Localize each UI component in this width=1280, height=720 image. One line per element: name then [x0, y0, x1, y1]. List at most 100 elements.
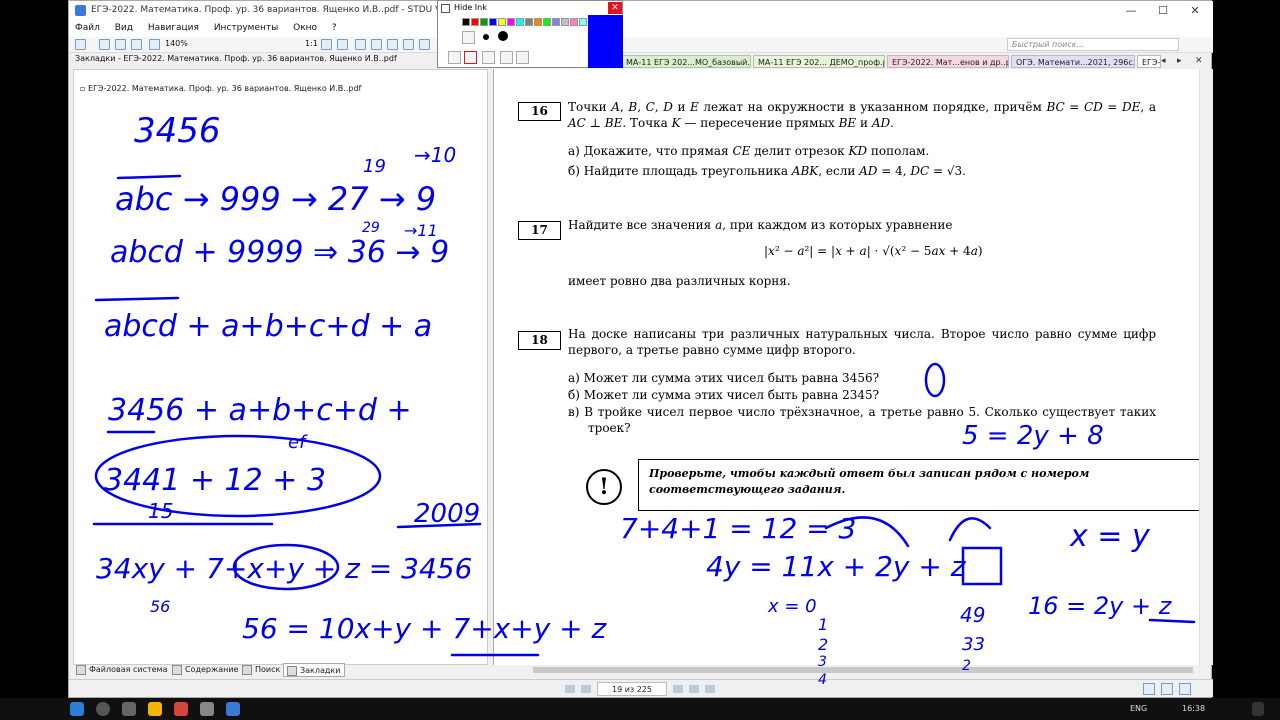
color-swatch[interactable] [579, 18, 587, 26]
pen-size-medium-icon[interactable] [480, 31, 493, 44]
menu-file[interactable]: Файл [69, 21, 106, 33]
start-icon[interactable] [70, 702, 84, 716]
pen-size-small-icon[interactable] [462, 31, 475, 44]
color-swatch[interactable] [471, 18, 479, 26]
sidebar-tabs: Файловая система Содержание Поиск Заклад… [73, 663, 493, 677]
search-icon[interactable] [96, 702, 110, 716]
color-swatch[interactable] [489, 18, 497, 26]
two-page-view-icon[interactable] [1179, 683, 1191, 695]
snapshot-tool-icon[interactable] [403, 39, 414, 50]
tab-contents[interactable]: Содержание [169, 663, 242, 677]
text-tool-icon[interactable] [387, 39, 398, 50]
tab-scroll-right-icon[interactable]: ▸ [1177, 56, 1182, 66]
close-ink-palette-button[interactable]: ✕ [608, 2, 622, 14]
stdu-viewer-window: ЕГЭ-2022. Математика. Проф. ур. 36 вариа… [68, 0, 1213, 698]
clock[interactable]: 16:38 [1182, 704, 1205, 713]
tab-label: Поиск [255, 665, 281, 674]
history-forward-icon[interactable] [705, 685, 715, 693]
problem-18-text: На доске написаны три различных натураль… [568, 327, 1156, 357]
tab-oge[interactable]: ОГЭ. Математи...2021, 296с.pdf [1011, 55, 1135, 68]
color-swatch[interactable] [570, 18, 578, 26]
task-view-icon[interactable] [122, 702, 136, 716]
color-swatch[interactable] [552, 18, 560, 26]
maximize-button[interactable]: ☐ [1149, 3, 1177, 19]
tab-scroll-left-icon[interactable]: ◂ [1161, 56, 1166, 66]
copy-icon[interactable] [131, 39, 142, 50]
tab-file-system[interactable]: Файловая система [73, 663, 171, 677]
zoom-level[interactable]: 140% [165, 39, 188, 48]
open-folder-icon[interactable] [75, 39, 86, 50]
contents-icon [172, 665, 182, 675]
menu-window[interactable]: Окно [287, 21, 323, 33]
next-page-icon[interactable] [673, 685, 683, 693]
prev-page-icon[interactable] [581, 685, 591, 693]
pen-tool-icon[interactable] [464, 51, 477, 64]
scroll-thumb[interactable] [533, 667, 1193, 673]
browser-icon[interactable] [174, 702, 188, 716]
close-tab-icon[interactable]: ✕ [1195, 56, 1203, 66]
highlighter-icon[interactable] [500, 51, 513, 64]
tab-prof-demo[interactable]: МА-11 ЕГЭ 202... ДЕМО_проф.pdf [753, 55, 885, 68]
clear-ink-icon[interactable] [516, 51, 529, 64]
hide-ink-checkbox[interactable] [441, 4, 450, 13]
eraser-icon[interactable] [482, 51, 495, 64]
problem-number: 17 [518, 221, 561, 240]
tab-ege-2022[interactable]: ЕГЭ-2022. Мат...енов и др..pdf [887, 55, 1009, 68]
fit-width-icon[interactable] [321, 39, 332, 50]
minimize-button[interactable]: — [1117, 3, 1145, 19]
problem-17-text: Найдите все значения a, при каждом из ко… [568, 218, 953, 232]
actual-size-button[interactable]: 1:1 [305, 39, 318, 48]
app-icon[interactable] [200, 702, 214, 716]
color-swatch[interactable] [543, 18, 551, 26]
problem-number: 18 [518, 331, 561, 350]
ink-tool-icon[interactable] [419, 39, 430, 50]
menu-help[interactable]: ? [326, 21, 343, 33]
stdu-viewer-taskbar-icon[interactable] [226, 702, 240, 716]
print-icon[interactable] [115, 39, 126, 50]
color-swatch[interactable] [516, 18, 524, 26]
problem-18-part-b: б) Может ли сумма этих чисел быть равна … [568, 388, 880, 402]
color-swatch[interactable] [525, 18, 533, 26]
color-swatch[interactable] [498, 18, 506, 26]
color-swatch[interactable] [561, 18, 569, 26]
pencil-tool-icon[interactable] [448, 51, 461, 64]
taskbar: ENG 16:38 [0, 698, 1280, 720]
notifications-icon[interactable] [1252, 702, 1264, 716]
select-tool-icon[interactable] [371, 39, 382, 50]
color-swatch[interactable] [462, 18, 470, 26]
close-window-button[interactable]: ✕ [1181, 3, 1209, 19]
bookmark-tree-item[interactable]: ▫ ЕГЭ-2022. Математика. Проф. ур. 36 вар… [80, 84, 361, 93]
tab-active[interactable]: ЕГЭ-2 [1137, 55, 1161, 68]
document-tabs: МА-11 ЕГЭ 202...МО_базовый.pdf МА-11 ЕГЭ… [621, 55, 1161, 68]
quick-search-input[interactable]: Быстрый поиск... [1007, 38, 1179, 51]
tab-search[interactable]: Поиск [239, 663, 284, 677]
last-page-icon[interactable] [689, 685, 699, 693]
fit-page-icon[interactable] [337, 39, 348, 50]
menu-navigation[interactable]: Навигация [142, 21, 205, 33]
tab-bookmarks[interactable]: Закладки [283, 663, 346, 677]
menu-tools[interactable]: Инструменты [208, 21, 284, 33]
input-language[interactable]: ENG [1130, 704, 1147, 713]
document-page[interactable]: 16 Точки A, B, C, D и E лежат на окружно… [493, 69, 1199, 665]
ink-palette[interactable]: Hide Ink ✕ [437, 0, 623, 68]
page-number-field[interactable]: 19 из 225 [597, 682, 667, 696]
zoom-out-icon[interactable] [149, 39, 160, 50]
color-swatch[interactable] [507, 18, 515, 26]
file-explorer-icon[interactable] [148, 702, 162, 716]
tab-label: Закладки [300, 666, 341, 675]
pen-size-large-icon[interactable] [496, 29, 509, 42]
save-icon[interactable] [99, 39, 110, 50]
menu-view[interactable]: Вид [109, 21, 139, 33]
color-swatch[interactable] [534, 18, 542, 26]
color-swatch[interactable] [480, 18, 488, 26]
first-page-icon[interactable] [565, 685, 575, 693]
horizontal-scrollbar[interactable] [493, 665, 1199, 675]
bookmarks-panel[interactable]: ▫ ЕГЭ-2022. Математика. Проф. ур. 36 вар… [73, 69, 488, 665]
single-page-view-icon[interactable] [1143, 683, 1155, 695]
current-ink-color[interactable] [588, 15, 623, 68]
problem-16-part-b: б) Найдите площадь треугольника ABK, есл… [568, 164, 966, 178]
tab-base-demo[interactable]: МА-11 ЕГЭ 202...МО_базовый.pdf [621, 55, 751, 68]
continuous-view-icon[interactable] [1161, 683, 1173, 695]
rotate-left-icon[interactable] [355, 39, 366, 50]
vertical-scrollbar[interactable] [1199, 69, 1213, 665]
